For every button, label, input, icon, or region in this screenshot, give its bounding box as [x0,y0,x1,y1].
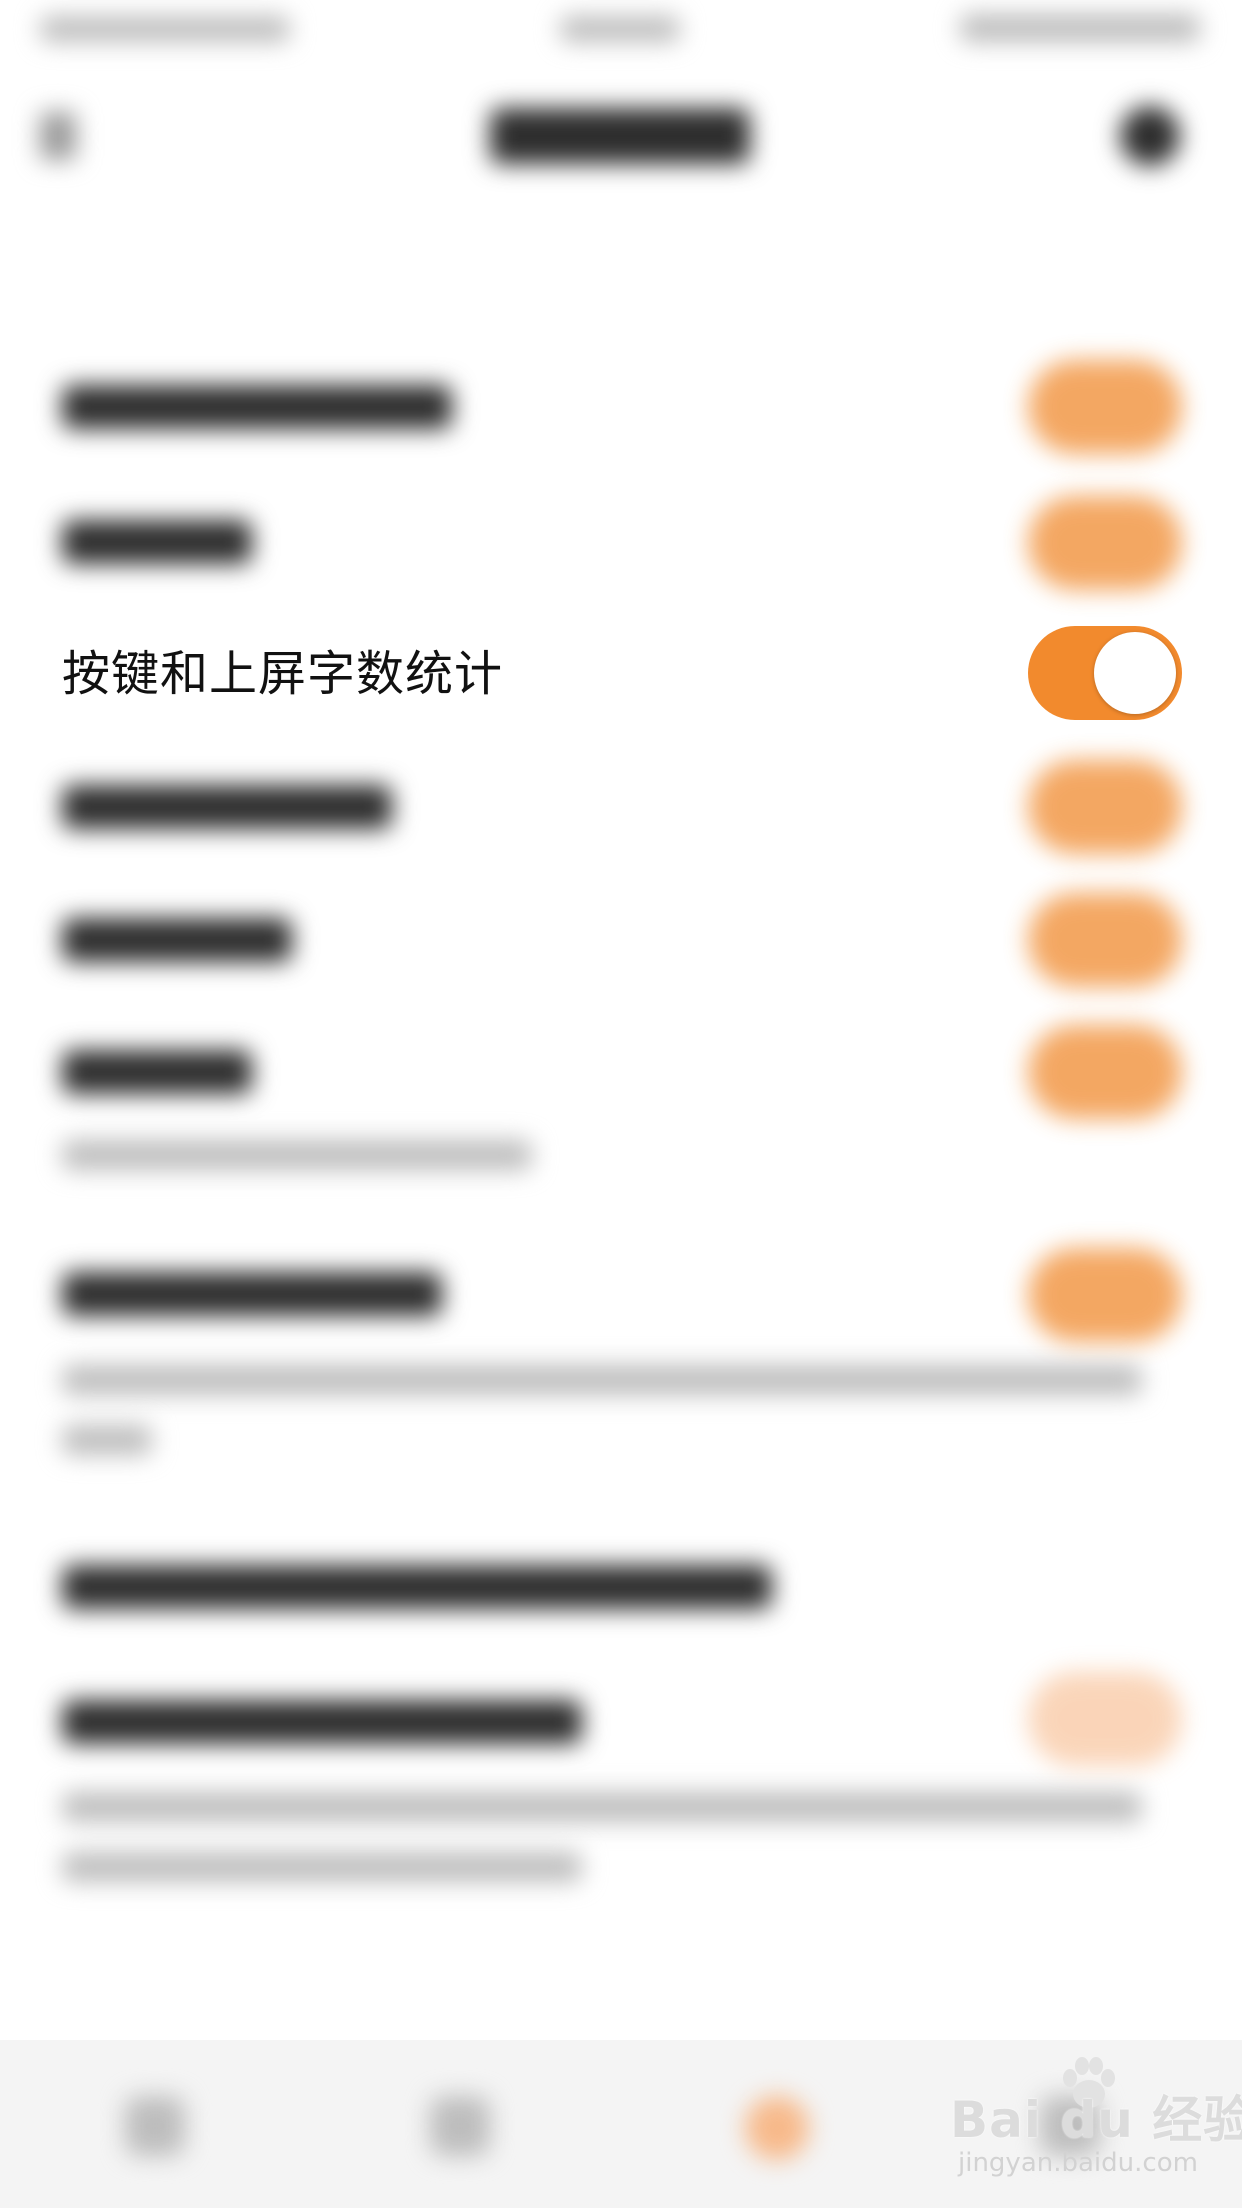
status-battery-blurred [960,14,1200,42]
status-carrier-blurred [40,16,290,42]
setting-description-blurred [62,1140,532,1170]
setting-description-blurred [62,1425,152,1455]
setting-description-blurred [62,1852,582,1882]
watermark-logo: Bai du 经验 [950,2091,1242,2149]
nav-bar [0,60,1242,210]
setting-link-blurred[interactable] [62,1565,772,1609]
toggle-blurred[interactable] [1028,1248,1182,1342]
setting-description-blurred [62,1365,1142,1395]
status-time-blurred [560,16,680,42]
toggle-blurred[interactable] [1028,760,1182,854]
toggle-knob [1094,632,1176,714]
more-icon[interactable] [1120,106,1180,166]
toggle-blurred[interactable] [1028,360,1182,454]
back-icon[interactable] [40,112,76,160]
toggle-blurred[interactable] [1028,1025,1182,1119]
setting-label-blurred [62,385,452,429]
baidu-jingyan-watermark: Bai du 经验 jingyan.baidu.com [950,2057,1242,2200]
watermark-url: jingyan.baidu.com [958,2148,1198,2178]
tab-icon[interactable] [125,2096,185,2156]
toggle-blurred[interactable] [1028,1672,1182,1766]
settings-screen: 按键和上屏字数统计 Bai du 经验 jingyan.baidu.com [0,0,1242,2208]
setting-label-blurred [62,785,392,829]
setting-label: 按键和上屏字数统计 [62,646,504,702]
setting-label-blurred [62,1050,252,1094]
setting-description-blurred [62,1792,1142,1822]
tab-icon[interactable] [430,2096,490,2156]
setting-label-blurred [62,1700,582,1744]
setting-label-blurred [62,520,252,564]
toggle-blurred[interactable] [1028,496,1182,590]
setting-row-keystroke-stats: 按键和上屏字数统计 [0,610,1242,740]
keystroke-stats-toggle[interactable] [1028,626,1182,720]
setting-label-blurred [62,918,292,962]
toggle-blurred[interactable] [1028,893,1182,987]
status-bar [0,0,1242,60]
page-title-blurred [490,108,750,164]
setting-label-blurred [62,1272,442,1316]
tab-icon-active[interactable] [745,2096,809,2160]
